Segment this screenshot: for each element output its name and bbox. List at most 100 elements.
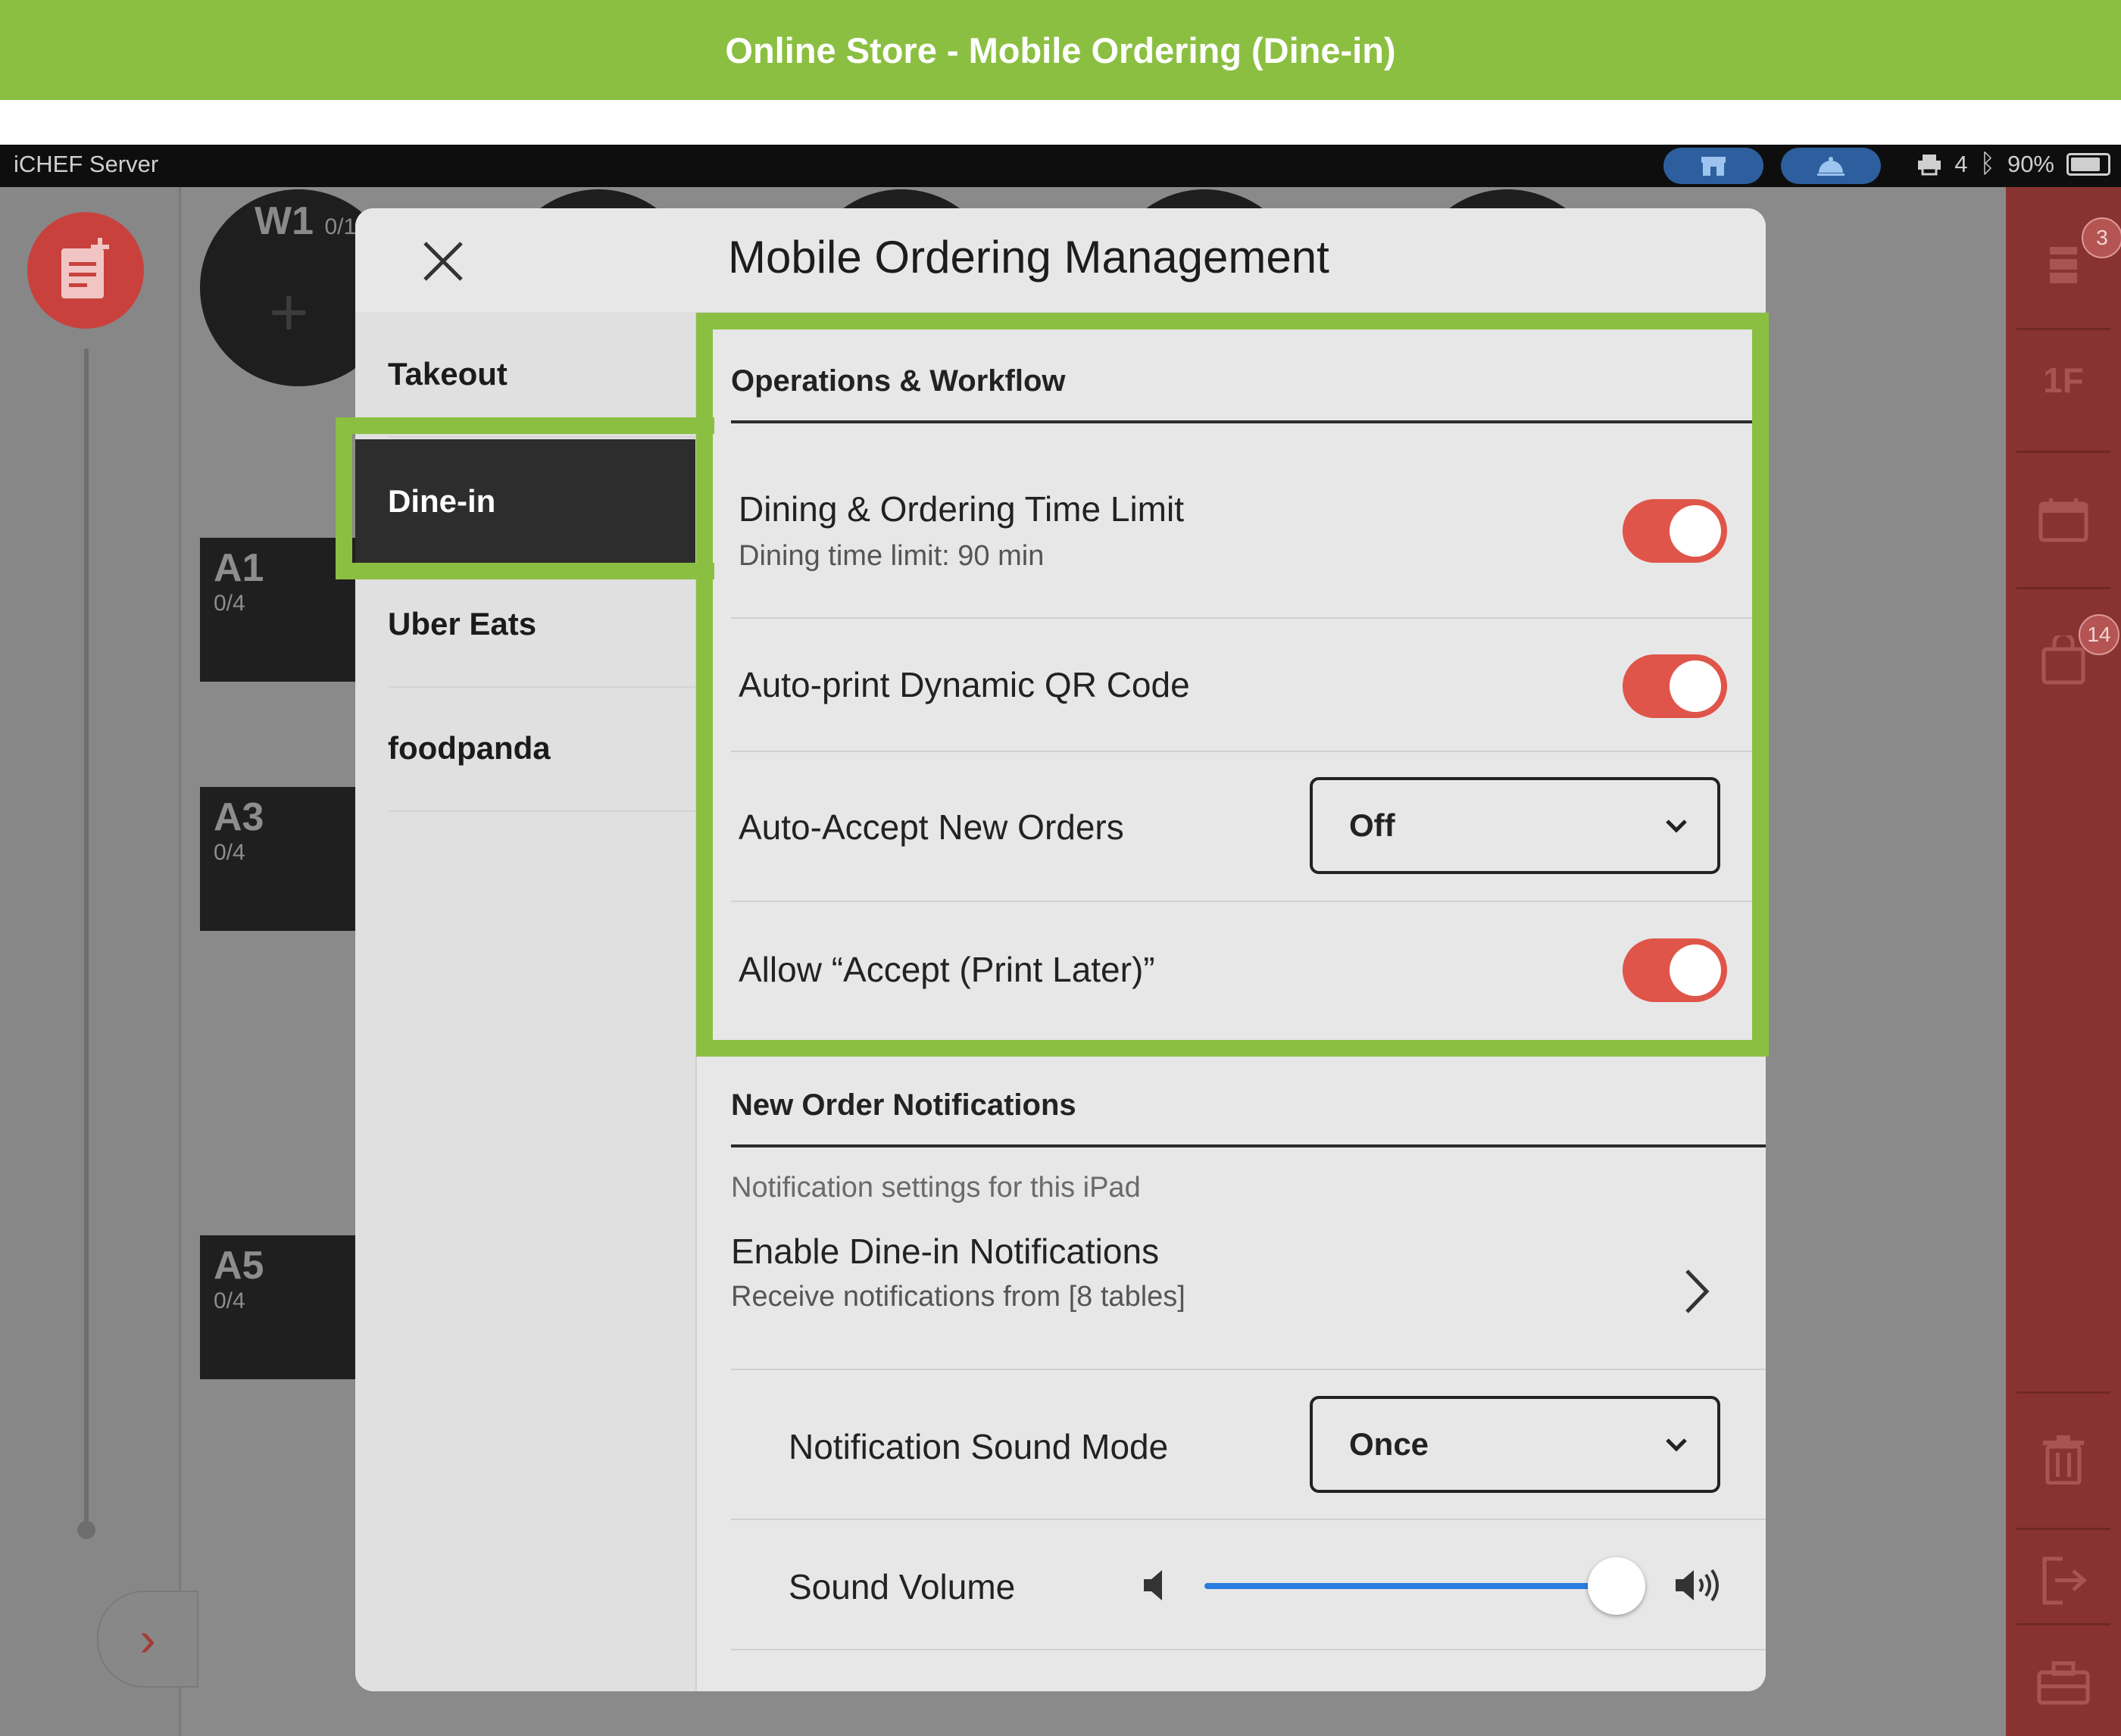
sidebar-item-takeout[interactable]: Takeout: [388, 312, 695, 438]
floor-label: 1F: [2043, 361, 2084, 400]
row-divider: [731, 751, 1766, 752]
orders-badge: 3: [2082, 217, 2121, 258]
row-divider: [731, 901, 1766, 902]
floor-selector[interactable]: 1F: [2006, 339, 2121, 422]
time-limit-subtitle: Dining time limit: 90 min: [739, 540, 1045, 572]
toggle-knob: [1670, 660, 1721, 712]
table-name: W1: [255, 199, 314, 243]
print-later-toggle[interactable]: [1623, 938, 1727, 1002]
add-icon: +: [269, 275, 309, 351]
bag-icon: [2041, 635, 2085, 685]
time-limit-toggle[interactable]: [1623, 499, 1727, 563]
row-divider: [731, 1649, 1766, 1650]
chevron-down-icon: [1666, 1438, 1687, 1452]
section-heading-notifications: New Order Notifications: [731, 1088, 1076, 1122]
toggle-knob: [1670, 505, 1721, 557]
toolbar-divider: [2016, 1623, 2110, 1625]
volume-low-icon: [1144, 1570, 1162, 1600]
zoom-slider-handle[interactable]: [77, 1521, 95, 1539]
service-status-pill[interactable]: [1781, 148, 1881, 184]
section-heading-operations: Operations & Workflow: [731, 364, 1066, 398]
table-name: A1: [214, 546, 264, 590]
new-order-button[interactable]: [27, 212, 144, 329]
calendar-icon: [2038, 498, 2088, 542]
bag-badge: 14: [2079, 614, 2119, 655]
row-divider: [731, 1519, 1766, 1520]
store-status-pill[interactable]: [1663, 148, 1763, 184]
enable-notifications-row[interactable]: Enable Dine-in Notifications Receive not…: [731, 1231, 1766, 1367]
sound-mode-label: Notification Sound Mode: [789, 1427, 1169, 1466]
printer-icon: [1918, 154, 1941, 175]
toolbar-divider: [2016, 1528, 2110, 1530]
reservations-button[interactable]: [2006, 475, 2121, 566]
battery-icon: [2066, 152, 2110, 176]
time-limit-label: Dining & Ordering Time Limit: [739, 489, 1184, 529]
banner-title: Online Store - Mobile Ordering (Dine-in): [725, 30, 1396, 70]
notifications-note: Notification settings for this iPad: [731, 1172, 1141, 1204]
sound-volume-label: Sound Volume: [789, 1567, 1016, 1606]
print-later-label: Allow “Accept (Print Later)”: [739, 950, 1155, 989]
auto-accept-value: Off: [1349, 807, 1395, 843]
enable-notifications-subtitle: Receive notifications from [8 tables]: [731, 1281, 1185, 1313]
table-capacity: 0/4: [214, 1288, 245, 1313]
trash-icon: [2043, 1435, 2084, 1485]
status-indicators: 4 ᛒ 90%: [1916, 149, 2110, 179]
left-rail: [0, 187, 181, 1736]
page-banner: Online Store - Mobile Ordering (Dine-in): [0, 0, 2121, 100]
battery-percent: 90%: [2007, 150, 2054, 177]
toolbar-divider: [2016, 328, 2110, 330]
close-icon[interactable]: [417, 236, 469, 287]
expand-panel-button[interactable]: ›: [97, 1591, 198, 1688]
table-a1[interactable]: A1 0/4: [200, 538, 359, 682]
channel-sidebar: Takeout Dine-in Uber Eats foodpanda: [355, 312, 697, 1691]
toolbar-divider: [2016, 451, 2110, 453]
table-name: A3: [214, 795, 264, 839]
toolbox-button[interactable]: [2006, 1641, 2121, 1725]
sidebar-item-uber-eats[interactable]: Uber Eats: [388, 562, 695, 688]
auto-accept-select[interactable]: Off: [1310, 777, 1720, 874]
chevron-right-icon[interactable]: [1678, 1265, 1716, 1318]
auto-print-label: Auto-print Dynamic QR Code: [739, 665, 1190, 704]
volume-slider-handle[interactable]: [1588, 1557, 1645, 1615]
row-divider: [731, 617, 1766, 619]
volume-slider[interactable]: [1204, 1583, 1613, 1589]
logout-button[interactable]: [2006, 1535, 2121, 1626]
exit-icon: [2042, 1556, 2087, 1605]
sidebar-item-dine-in[interactable]: Dine-in: [355, 439, 695, 564]
bluetooth-icon: ᛒ: [1979, 149, 1995, 178]
toolbox-icon: [2037, 1661, 2090, 1705]
table-name: A5: [214, 1244, 264, 1288]
chevron-right-icon: ›: [139, 1612, 156, 1666]
store-icon: [1701, 157, 1726, 176]
toggle-knob: [1670, 944, 1721, 996]
volume-high-icon: [1676, 1569, 1719, 1602]
new-order-icon: [61, 238, 109, 298]
modal-title: Mobile Ordering Management: [728, 232, 1329, 283]
printer-count: 4: [1954, 150, 1968, 177]
zoom-slider-track[interactable]: [84, 348, 89, 1530]
chevron-down-icon: [1666, 820, 1687, 833]
modal-header: Mobile Ordering Management: [355, 208, 1766, 314]
mobile-ordering-modal: Mobile Ordering Management Takeout Dine-…: [355, 208, 1766, 1691]
right-toolbar: 3 1F 14: [2006, 187, 2121, 1736]
auto-accept-label: Auto-Accept New Orders: [739, 807, 1124, 847]
row-divider: [731, 1369, 1766, 1370]
table-capacity: 0/4: [214, 840, 245, 865]
table-a3[interactable]: A3 0/4: [200, 787, 359, 931]
sound-mode-value: Once: [1349, 1426, 1429, 1462]
section-divider: [731, 1144, 1766, 1147]
sidebar-item-foodpanda[interactable]: foodpanda: [388, 686, 695, 812]
service-bell-icon: [1817, 157, 1845, 176]
toolbar-divider: [2016, 587, 2110, 589]
toolbar-divider: [2016, 1391, 2110, 1394]
delete-button[interactable]: [2006, 1414, 2121, 1505]
sound-mode-select[interactable]: Once: [1310, 1396, 1720, 1493]
orders-stack-icon: [2050, 247, 2077, 283]
section-divider: [731, 420, 1766, 423]
table-capacity: 0/4: [214, 591, 245, 616]
banner-spacer: [0, 100, 2121, 145]
table-a5[interactable]: A5 0/4: [200, 1235, 359, 1379]
table-capacity: 0/1: [324, 214, 357, 239]
status-bar: iCHEF Server 4 ᛒ 90%: [0, 145, 2121, 187]
auto-print-toggle[interactable]: [1623, 654, 1727, 718]
